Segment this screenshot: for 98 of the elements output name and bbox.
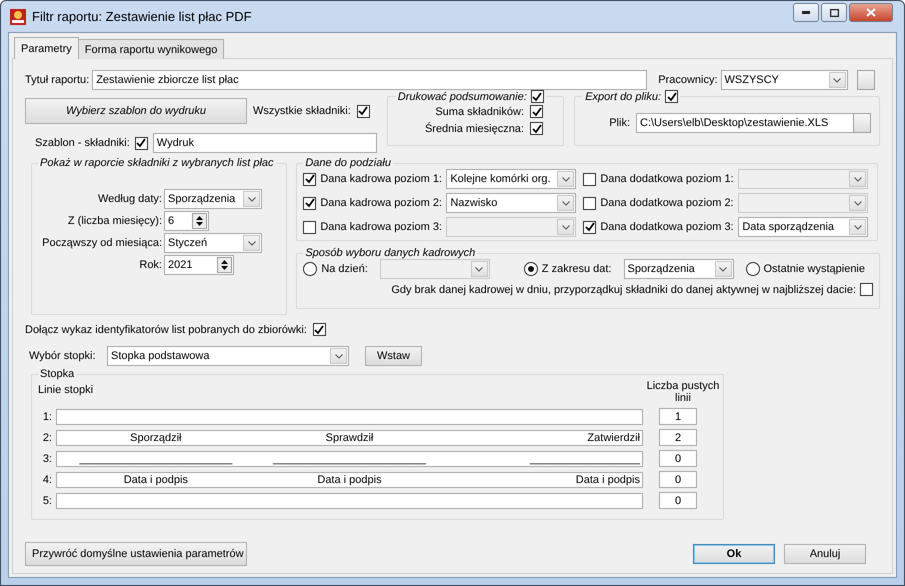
field-label: Suma składników: [434, 106, 524, 118]
field-label: Dana kadrowa poziom 3: [320, 221, 442, 233]
field-label: Pracownicy: [658, 74, 718, 86]
field-label: Dana kadrowa poziom 2: [320, 197, 442, 209]
field-label: Dana dodatkowa poziom 2: [600, 197, 734, 209]
ok-button[interactable]: Ok [693, 544, 775, 564]
blank-lines-field[interactable]: 1 [659, 408, 697, 425]
field-label: Ostatnie wystąpienie [764, 263, 865, 275]
field-label: Tytuł raportu: [25, 74, 90, 86]
blank-lines-field[interactable]: 2 [659, 429, 697, 446]
checkbox[interactable] [134, 136, 148, 150]
footer-text: Data i podpis [317, 474, 382, 486]
line-number: 2: [42, 432, 52, 444]
field-label: Dana kadrowa poziom 1: [320, 173, 442, 185]
field-label: Z (liczba miesięcy): [66, 215, 162, 227]
cancel-button[interactable]: Anuluj [784, 544, 866, 564]
close-button[interactable] [849, 3, 893, 22]
footer-text: _________________________ [79, 452, 232, 464]
checkbox[interactable] [356, 104, 370, 118]
maximize-button[interactable] [821, 3, 847, 22]
footer-line-field[interactable] [56, 408, 643, 424]
minimize-button[interactable] [793, 3, 819, 22]
radio-button[interactable] [746, 262, 760, 276]
field-label: Gdy brak danej kadrowej w dniu, przyporządkuj składniki do danej aktywnej w najbliższej dacie: [391, 284, 856, 296]
field-label: Dołącz wykaz identyfikatorów list pobranych do zbiorówki: [25, 324, 307, 336]
dropdown-field[interactable]: Sporządzenia [164, 189, 262, 209]
field-label: Z zakresu dat: [542, 263, 612, 275]
footer-text: Zatwierdził [587, 432, 640, 444]
field-label: Wszystkie składniki: [253, 105, 351, 117]
checkbox[interactable] [583, 220, 596, 234]
dropdown-field[interactable]: Nazwisko [446, 193, 576, 213]
field-label: Szablon - składniki: [35, 137, 130, 149]
checkbox[interactable] [303, 172, 316, 186]
group-title: Stopka [39, 368, 76, 380]
field-label: Według daty: [96, 193, 162, 205]
text-field[interactable]: Zestawienie zbiorcze list płac [92, 70, 648, 90]
minimize-icon [802, 11, 810, 14]
checkbox[interactable] [530, 122, 543, 135]
spinner-icon[interactable] [217, 257, 232, 273]
group-title: Dane do podziału [304, 157, 392, 169]
line-number: 1: [42, 410, 52, 422]
field-label: Plik: [609, 117, 630, 129]
text-field[interactable]: Wydruk [152, 133, 377, 153]
footer-line-field[interactable]: Sporządził Sprawdził Zatwierdził [56, 430, 643, 446]
group-title: Export do pliku: [585, 90, 662, 102]
column-header: Linie stopki [38, 384, 94, 396]
footer-text: Sporządził [130, 432, 182, 444]
field-label: Dana dodatkowa poziom 1: [600, 173, 734, 185]
number-field[interactable]: 2021 [164, 255, 234, 275]
checkbox[interactable] [530, 90, 544, 103]
tab[interactable]: Parametry [14, 37, 79, 59]
group-title: Pokaż w raporcie składniki z wybranych list płac [39, 157, 275, 169]
footer-line-field[interactable] [56, 492, 643, 508]
checkbox[interactable] [312, 323, 326, 336]
dropdown-field[interactable]: WSZYSCY [720, 70, 848, 90]
file-path-field[interactable]: C:\Users\elb\Desktop\zestawienie.XLS [636, 113, 854, 133]
field-label: Rok: [138, 259, 162, 271]
tab[interactable]: Forma raportu wynikowego [78, 39, 224, 59]
checkbox[interactable] [665, 90, 678, 103]
restore-defaults-button[interactable]: Przywróć domyślne ustawienia parametrów [25, 542, 247, 566]
group-title: Sposób wyboru danych kadrowych [304, 247, 476, 259]
insert-button[interactable]: Wstaw [365, 346, 422, 366]
radio-button[interactable] [524, 262, 538, 276]
footer-line-field[interactable]: _________________________ _________________________ __________________ [56, 450, 643, 466]
field-label: Wybór stopki: [28, 350, 97, 362]
line-number: 3: [42, 452, 52, 464]
field-label: Średnia miesięczna: [424, 122, 524, 134]
blank-lines-field[interactable]: 0 [659, 492, 697, 509]
footer-line-field[interactable]: Data i podpis Data i podpis Data i podpis [56, 472, 643, 488]
app-logo-icon [10, 8, 26, 24]
group-title: Drukować podsumowanie: [398, 90, 527, 102]
number-field[interactable]: 6 [164, 211, 209, 231]
maximize-icon [830, 8, 838, 16]
line-number: 5: [42, 494, 52, 506]
blank-lines-field[interactable]: 0 [659, 450, 697, 467]
field-label: Począwszy od miesiąca: [41, 237, 162, 249]
window-title: Filtr raportu: Zestawienie list płac PDF [32, 9, 253, 24]
dropdown-field[interactable]: Kolejne komórki org. [446, 169, 576, 189]
footer-text: __________________ [530, 452, 640, 464]
checkbox[interactable] [530, 105, 543, 118]
field-label: Dana dodatkowa poziom 3: [600, 221, 734, 233]
dropdown-field[interactable]: Stopka podstawowa [107, 346, 349, 366]
column-header: Liczba pustych linii [646, 380, 720, 404]
dropdown-field[interactable]: Sporządzenia [624, 259, 734, 279]
line-number: 4: [42, 474, 52, 486]
choose-template-button[interactable]: Wybierz szablon do wydruku [25, 98, 247, 124]
checkbox[interactable] [303, 196, 316, 210]
close-icon [866, 8, 876, 17]
dropdown-field[interactable]: Data sporządzenia [738, 217, 868, 237]
spinner-icon[interactable] [192, 213, 207, 229]
blank-lines-field[interactable]: 0 [659, 471, 697, 488]
field-label: Na dzień: [321, 263, 368, 275]
footer-text: _________________________ [273, 452, 426, 464]
dropdown-field[interactable]: Styczeń [164, 233, 262, 253]
footer-text: Data i podpis [124, 474, 188, 486]
footer-text: Sprawdził [326, 432, 374, 444]
checkbox[interactable] [860, 283, 873, 296]
footer-text: Data i podpis [576, 474, 640, 486]
